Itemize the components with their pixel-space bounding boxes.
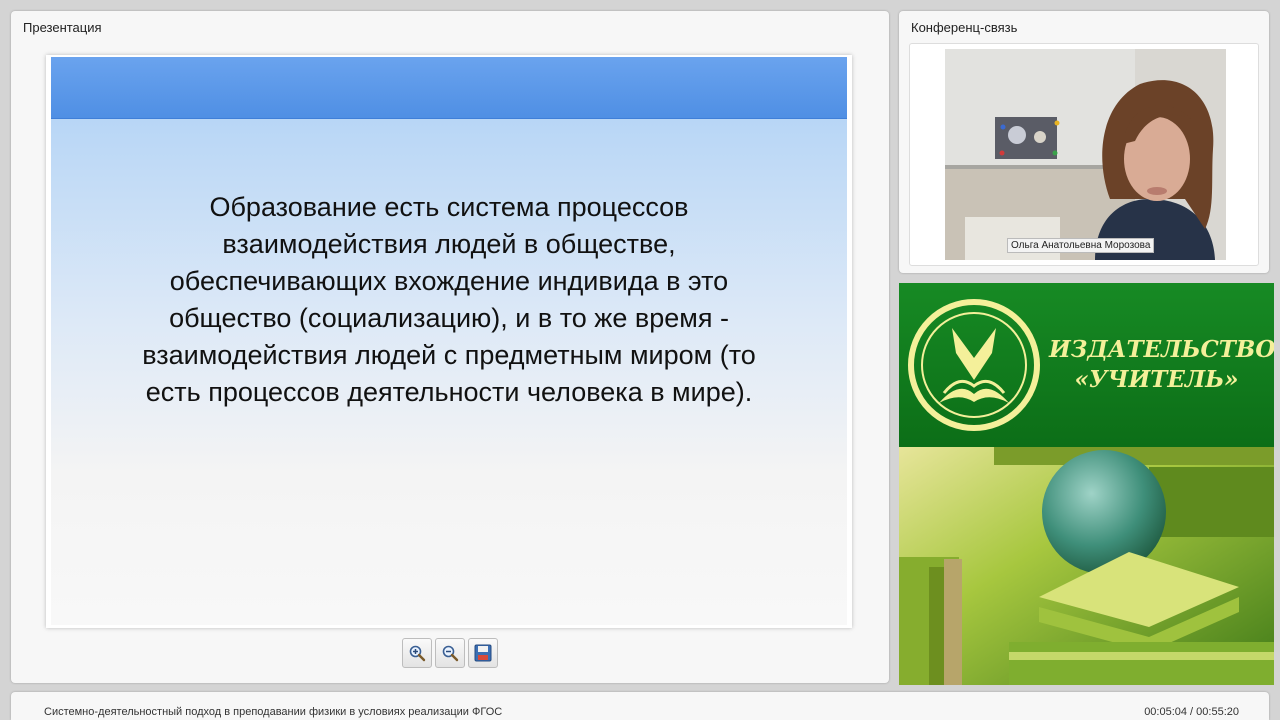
publisher-name-line1: ИЗДАТЕЛЬСТВО: [1049, 336, 1274, 363]
banner-photo: [899, 447, 1274, 685]
save-icon: [474, 644, 492, 662]
slide-text-line: обеспечивающих вхождение индивида в это: [169, 266, 729, 296]
presentation-panel-title: Презентация: [23, 20, 102, 35]
video-frame: Ольга Анатольевна Морозова: [909, 43, 1259, 266]
banner-top: ИЗДАТЕЛЬСТВО «УЧИТЕЛЬ»: [899, 283, 1274, 447]
publisher-name-line2: «УЧИТЕЛЬ»: [1074, 366, 1239, 393]
publisher-banner[interactable]: ИЗДАТЕЛЬСТВО «УЧИТЕЛЬ»: [899, 283, 1274, 685]
slide-body: Образование есть система процессов взаим…: [51, 119, 847, 625]
zoom-in-icon: [409, 645, 426, 662]
webcam-image: [945, 49, 1226, 260]
player-footer: Системно-деятельностный подход в препода…: [11, 692, 1269, 720]
participant-name-label: Ольга Анатольевна Морозова: [1007, 238, 1155, 253]
publisher-name: ИЗДАТЕЛЬСТВО «УЧИТЕЛЬ»: [1049, 335, 1274, 395]
slide-text: Образование есть система процессов взаим…: [66, 189, 832, 411]
presentation-slide: Образование есть система процессов взаим…: [46, 55, 852, 628]
conference-panel-title: Конференц-связь: [911, 20, 1018, 35]
books-globe-image: [899, 447, 1274, 685]
slide-text-line: взаимодействия людей в обществе,: [222, 229, 676, 259]
zoom-in-button[interactable]: [402, 638, 432, 668]
save-button[interactable]: [468, 638, 498, 668]
slide-text-line: Образование есть система процессов: [209, 192, 689, 222]
presentation-panel: Презентация Образование есть система про…: [11, 11, 889, 683]
slide-header-bar: [51, 57, 847, 120]
webinar-title: Системно-деятельностный подход в препода…: [44, 706, 503, 718]
slide-text-line: взаимодействия людей с предметным миром …: [142, 340, 756, 370]
zoom-out-button[interactable]: [435, 638, 465, 668]
zoom-out-icon: [442, 645, 459, 662]
webcam-video[interactable]: Ольга Анатольевна Морозова: [945, 49, 1226, 260]
slide-text-line: общество (социализацию), и в то же время…: [169, 303, 729, 333]
playback-time: 00:05:04 / 00:55:20: [1144, 706, 1239, 718]
publisher-logo-icon: [908, 299, 1040, 431]
conference-panel: Конференц-связь Ольга Анатольевна Морозо…: [899, 11, 1269, 273]
slide-text-line: есть процессов деятельности человека в м…: [145, 377, 753, 407]
